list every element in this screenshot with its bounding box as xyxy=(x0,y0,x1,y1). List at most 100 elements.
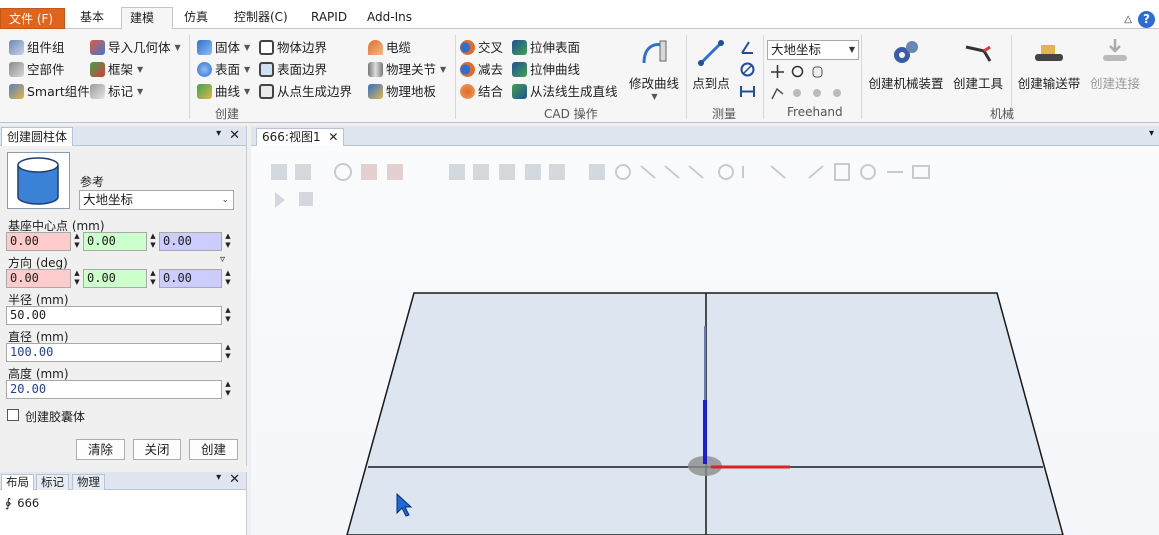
radius-field[interactable]: 50.00 xyxy=(6,306,222,325)
jog-joint-icon[interactable] xyxy=(769,85,786,102)
radius-spinner[interactable]: ▲ ▼ xyxy=(223,306,233,325)
cable-button[interactable]: 电缆 xyxy=(368,37,411,58)
pin-dropdown-icon[interactable]: ▾ xyxy=(216,472,221,487)
modify-curve-button[interactable]: 修改曲线 ▼ xyxy=(626,37,682,101)
ribbon-tab-bar: 文件 (F) 基本 建模 仿真 控制器(C) RAPID Add-Ins △ ? xyxy=(0,0,1159,30)
expand-icon[interactable]: ▿ xyxy=(220,254,225,265)
orientation-z-spinner[interactable]: ▲ ▼ xyxy=(223,269,233,288)
tab-physics[interactable]: 物理 xyxy=(72,474,105,490)
chevron-down-icon: ▼ xyxy=(244,43,251,52)
collapse-ribbon-icon[interactable]: △ xyxy=(1124,14,1132,25)
diameter-field[interactable]: 100.00 xyxy=(6,343,222,362)
distance-measure-icon[interactable] xyxy=(739,83,756,100)
layout-panel-controls: ▾ ✕ xyxy=(216,472,240,487)
base-center-y-spinner[interactable]: ▲ ▼ xyxy=(148,232,158,251)
tab-controller[interactable]: 控制器(C) xyxy=(226,7,296,29)
tab-modeling[interactable]: 建模 xyxy=(121,7,173,30)
tab-view1[interactable]: 666:视图1 ✕ xyxy=(256,128,345,146)
empty-part-button[interactable]: 空部件 xyxy=(9,59,65,80)
component-group-button[interactable]: 组件组 xyxy=(9,37,65,58)
orientation-x-spinner[interactable]: ▲ ▼ xyxy=(72,269,82,288)
tab-layout[interactable]: 布局 xyxy=(1,474,34,490)
extrude-curve-button[interactable]: 拉伸曲线 xyxy=(512,59,580,80)
object-border-button[interactable]: 物体边界 xyxy=(259,37,327,58)
jog-linear-icon[interactable] xyxy=(789,85,806,102)
tab-rapid[interactable]: RAPID xyxy=(303,7,355,29)
jog-reorient-icon[interactable] xyxy=(809,85,826,102)
orientation-x-field[interactable]: 0.00 xyxy=(6,269,71,288)
close-button[interactable]: 关闭 xyxy=(133,439,181,460)
tab-basic[interactable]: 基本 xyxy=(72,7,112,29)
height-spinner[interactable]: ▲ ▼ xyxy=(223,380,233,399)
base-center-z-spinner[interactable]: ▲ ▼ xyxy=(223,232,233,251)
base-center-z-field[interactable]: 0.00 xyxy=(159,232,222,251)
reference-select[interactable]: 大地坐标 ⌄ xyxy=(79,190,234,210)
surface-border-label: 表面边界 xyxy=(277,62,328,77)
layout-panel: 布局 标记 物理 ▾ ✕ ∳ 666 xyxy=(0,472,247,535)
physics-floor-button[interactable]: 物理地板 xyxy=(368,81,436,102)
create-mechanism-button[interactable]: 创建机械装置 xyxy=(866,37,946,92)
point-to-point-button[interactable]: 点到点 xyxy=(690,37,732,92)
line-from-normal-button[interactable]: 从法线生成直线 xyxy=(512,81,618,102)
base-center-x-spinner[interactable]: ▲ ▼ xyxy=(72,232,82,251)
subtract-button[interactable]: 减去 xyxy=(460,59,503,80)
intersect-button[interactable]: 交叉 xyxy=(460,37,503,58)
tab-tags[interactable]: 标记 xyxy=(36,474,69,490)
curve-button[interactable]: 曲线 ▼ xyxy=(197,81,250,102)
import-geometry-button[interactable]: 导入几何体 ▼ xyxy=(90,37,181,58)
create-button[interactable]: 创建 xyxy=(189,439,238,460)
smart-component-button[interactable]: Smart组件 xyxy=(9,81,90,102)
extrude-surface-button[interactable]: 拉伸表面 xyxy=(512,37,580,58)
surface-border-button[interactable]: 表面边界 xyxy=(259,59,327,80)
tab-addins[interactable]: Add-Ins xyxy=(359,7,420,29)
height-field[interactable]: 20.00 xyxy=(6,380,222,399)
angle-measure-icon[interactable] xyxy=(739,39,756,56)
solid-label: 固体 xyxy=(215,40,241,55)
viewport-menu-icon[interactable]: ▾ xyxy=(1149,128,1154,139)
tag-button[interactable]: 标记 ▼ xyxy=(90,81,143,102)
component-group-label: 组件组 xyxy=(27,40,65,55)
clear-button[interactable]: 清除 xyxy=(76,439,125,460)
base-center-y-field[interactable]: 0.00 xyxy=(83,232,147,251)
ribbon: 组件组 空部件 Smart组件 导入几何体 ▼ 框架 ▼ 标记 ▼ 创建 固体 ▼ xyxy=(0,29,1159,123)
create-mechanism-label: 创建机械装置 xyxy=(868,76,944,91)
frame-button[interactable]: 框架 ▼ xyxy=(90,59,143,80)
pin-dropdown-icon[interactable]: ▾ xyxy=(216,128,221,143)
orientation-z-field[interactable]: 0.00 xyxy=(159,269,222,288)
diameter-spinner[interactable]: ▲ ▼ xyxy=(223,343,233,362)
border-from-points-button[interactable]: 从点生成边界 xyxy=(259,81,352,102)
chevron-down-icon: ▼ xyxy=(137,87,144,96)
create-connection-button[interactable]: 创建连接 xyxy=(1086,37,1144,92)
smart-component-icon xyxy=(9,84,24,99)
tab-file[interactable]: 文件 (F) xyxy=(0,8,65,29)
frame-label: 框架 xyxy=(108,62,134,77)
intersect-icon xyxy=(460,40,475,55)
empty-part-icon xyxy=(9,62,24,77)
station-tree-item[interactable]: ∳ 666 xyxy=(5,496,39,510)
create-conveyor-button[interactable]: 创建输送带 xyxy=(1015,37,1083,92)
orientation-y-spinner[interactable]: ▲ ▼ xyxy=(148,269,158,288)
create-capsule-checkbox[interactable] xyxy=(7,409,19,421)
diameter-measure-icon[interactable] xyxy=(739,61,756,78)
tab-simulation[interactable]: 仿真 xyxy=(176,7,216,29)
multi-robot-jog-icon[interactable] xyxy=(829,85,846,102)
3d-view[interactable] xyxy=(251,146,1159,535)
reference-value: 大地坐标 xyxy=(83,192,134,207)
viewport-area: 666:视图1 ✕ ▾ xyxy=(251,126,1159,535)
close-icon[interactable]: ✕ xyxy=(328,130,338,144)
hand-icon[interactable] xyxy=(809,63,826,80)
base-center-x-field[interactable]: 0.00 xyxy=(6,232,71,251)
union-button[interactable]: 结合 xyxy=(460,81,503,102)
help-icon[interactable]: ? xyxy=(1138,10,1155,28)
create-tool-button[interactable]: 创建工具 xyxy=(950,37,1006,92)
solid-button[interactable]: 固体 ▼ xyxy=(197,37,250,58)
orientation-y-field[interactable]: 0.00 xyxy=(83,269,147,288)
close-icon[interactable]: ✕ xyxy=(229,128,240,143)
surface-button[interactable]: 表面 ▼ xyxy=(197,59,250,80)
rotate-icon[interactable] xyxy=(789,63,806,80)
close-icon[interactable]: ✕ xyxy=(229,472,240,487)
physics-joint-button[interactable]: 物理关节 ▼ xyxy=(368,59,446,80)
reference-frame-select[interactable]: 大地坐标 ▼ xyxy=(767,40,859,60)
move-icon[interactable] xyxy=(769,63,786,80)
chevron-down-icon: ▼ xyxy=(440,65,447,74)
